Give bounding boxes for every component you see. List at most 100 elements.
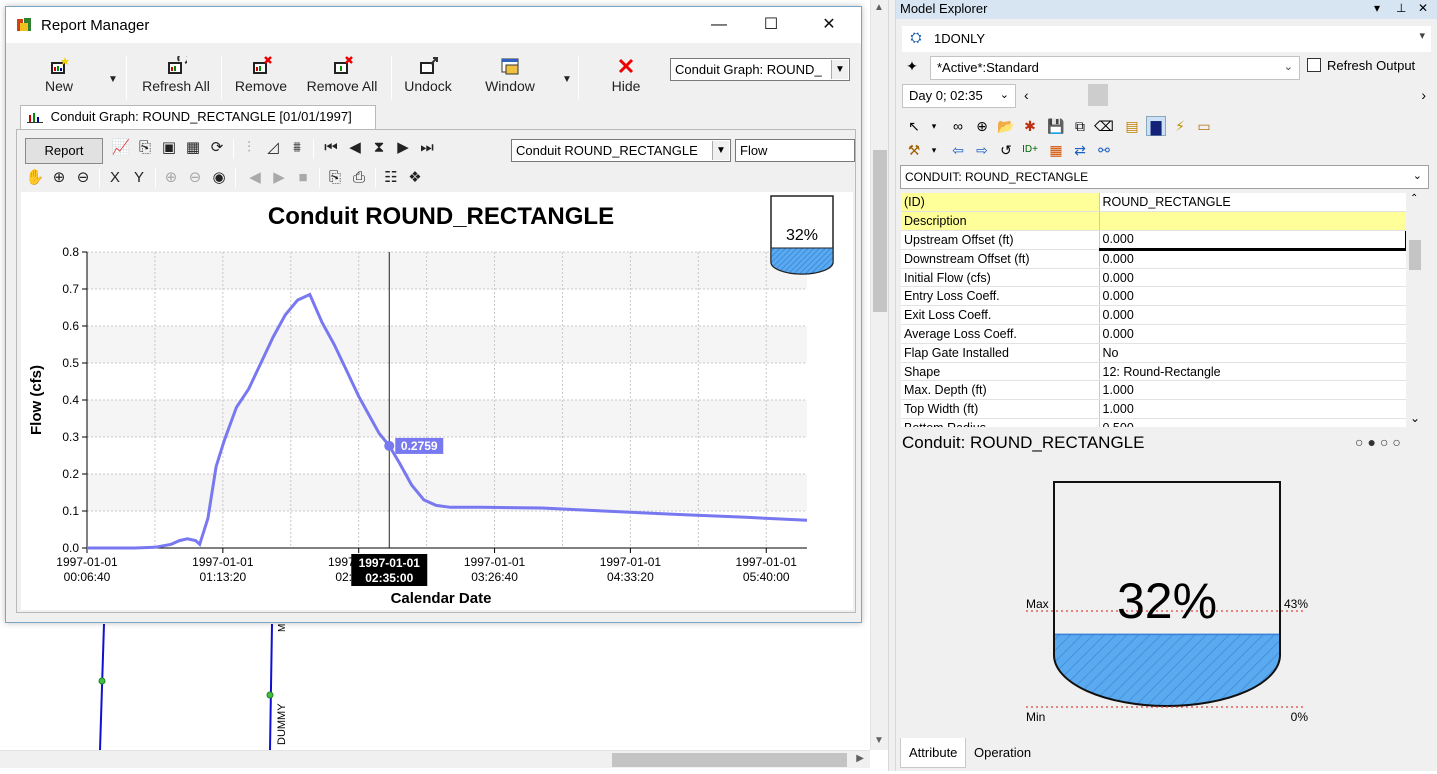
- pan-hand-icon[interactable]: ✋: [25, 168, 45, 188]
- property-row[interactable]: Average Loss Coeff. 0.000: [901, 324, 1406, 344]
- globe-icon[interactable]: ◉: [209, 168, 229, 188]
- arrow-left-icon[interactable]: ⇦: [948, 140, 968, 160]
- page-dot-icon[interactable]: ○: [1355, 434, 1367, 450]
- pointer-dropdown-icon[interactable]: ▾: [924, 116, 944, 136]
- property-value[interactable]: 0.000: [1099, 249, 1406, 269]
- minimize-icon[interactable]: —: [696, 11, 742, 39]
- property-value[interactable]: 1.000: [1099, 380, 1406, 401]
- eraser-icon[interactable]: ⌫: [1094, 116, 1114, 136]
- multi-series-icon[interactable]: ⩩: [287, 138, 307, 158]
- model-explorer-header[interactable]: Model Explorer ▾ ⊥ ✕: [896, 0, 1437, 19]
- report-button[interactable]: Report: [25, 138, 103, 164]
- property-value[interactable]: ROUND_RECTANGLE: [1099, 193, 1406, 213]
- chevron-down-icon[interactable]: ⌄: [1413, 169, 1422, 182]
- property-value[interactable]: [1099, 211, 1406, 232]
- help-book-icon[interactable]: ❖: [405, 168, 425, 188]
- property-row[interactable]: Top Width (ft) 1.000: [901, 399, 1406, 420]
- arrow-right-icon[interactable]: ⇨: [972, 140, 992, 160]
- zoom-out-disabled-icon[interactable]: ⊖: [185, 168, 205, 188]
- graph-selector[interactable]: Conduit Graph: ROUND_ ▼: [670, 58, 850, 81]
- tab-conduit-graph[interactable]: Conduit Graph: ROUND_RECTANGLE [01/01/19…: [20, 105, 376, 129]
- property-row[interactable]: Flap Gate Installed No: [901, 343, 1406, 363]
- close-icon[interactable]: ✕: [1418, 1, 1428, 15]
- zoom-icon[interactable]: ⊕: [972, 116, 992, 136]
- copy-chart-icon[interactable]: ⎘: [135, 138, 155, 158]
- tab-operation[interactable]: Operation: [966, 738, 1039, 768]
- property-row[interactable]: Exit Loss Coeff. 0.000: [901, 305, 1406, 326]
- new-button[interactable]: New: [40, 52, 78, 104]
- stack-chart-icon[interactable]: ⫶: [239, 138, 259, 158]
- variable-field[interactable]: Flow: [735, 139, 855, 162]
- scroll-up-icon[interactable]: ⌃: [1410, 193, 1418, 204]
- calculator-icon[interactable]: ▦: [1046, 140, 1066, 160]
- page-dot-active-icon[interactable]: ●: [1367, 434, 1379, 450]
- tab-attribute[interactable]: Attribute: [900, 738, 967, 768]
- chart-area[interactable]: 0.0 0.1 0.2 0.3 0.4 0.5 0.6 0.7 0.8 1997-01-01 00:…: [21, 192, 853, 610]
- window-button[interactable]: Window: [482, 52, 538, 104]
- property-value[interactable]: 12: Round-Rectangle: [1099, 362, 1406, 382]
- run-icon[interactable]: ⚡: [1170, 116, 1190, 136]
- next-step-icon[interactable]: ▶: [393, 138, 413, 158]
- scrollbar-thumb[interactable]: [873, 150, 887, 312]
- property-grid-scrollbar[interactable]: ⌃ ⌄: [1406, 193, 1424, 427]
- area-chart-icon[interactable]: ◿: [263, 138, 283, 158]
- pin-dropdown-icon[interactable]: ▾: [1374, 1, 1380, 15]
- id-add-icon[interactable]: ID+: [1020, 140, 1040, 160]
- chevron-down-icon[interactable]: ▾: [1419, 29, 1425, 42]
- report-manager-titlebar[interactable]: Report Manager — ☐ ✕: [6, 7, 861, 43]
- select-pointer-icon[interactable]: ↖: [904, 116, 924, 136]
- time-slider[interactable]: ‹ ›: [1020, 84, 1430, 108]
- open-folder-icon[interactable]: 📂: [996, 116, 1016, 136]
- chevron-right-icon[interactable]: ›: [1421, 87, 1426, 103]
- refresh-all-button[interactable]: Refresh All: [136, 52, 216, 104]
- save-icon[interactable]: 💾: [1046, 116, 1066, 136]
- property-value[interactable]: No: [1099, 343, 1406, 363]
- map-node-1[interactable]: [98, 677, 106, 685]
- save-all-icon[interactable]: ▦: [183, 138, 203, 158]
- property-value[interactable]: 0.000: [1099, 268, 1406, 288]
- refresh-icon[interactable]: ⟳: [207, 138, 227, 158]
- scroll-up-icon[interactable]: ▲: [874, 2, 884, 13]
- property-value[interactable]: 0.500: [1099, 418, 1406, 427]
- property-value[interactable]: 0.000: [1098, 230, 1406, 251]
- tool-dropdown-icon[interactable]: ▾: [924, 140, 944, 160]
- link-icon[interactable]: ∞: [948, 116, 968, 136]
- pane-splitter[interactable]: [888, 0, 896, 771]
- y-axis-icon[interactable]: Y: [129, 168, 149, 188]
- object-selector[interactable]: CONDUIT: ROUND_RECTANGLE ⌄: [900, 165, 1429, 189]
- first-step-icon[interactable]: ⏮: [321, 138, 341, 158]
- page-indicator[interactable]: ○●○○: [1355, 434, 1405, 450]
- scroll-right-icon[interactable]: ▶: [856, 753, 864, 764]
- refresh-output-checkbox[interactable]: Refresh Output: [1307, 58, 1415, 73]
- property-row[interactable]: Initial Flow (cfs) 0.000: [901, 268, 1406, 288]
- property-row[interactable]: Downstream Offset (ft) 0.000: [901, 249, 1406, 269]
- object-selector[interactable]: Conduit ROUND_RECTANGLE ▼: [511, 139, 731, 162]
- property-value[interactable]: 0.000: [1099, 305, 1406, 326]
- property-row[interactable]: Max. Depth (ft) 1.000: [901, 380, 1406, 401]
- window-dropdown-icon[interactable]: ▼: [562, 74, 572, 85]
- property-row[interactable]: (ID) ROUND_RECTANGLE: [901, 193, 1406, 213]
- scrollbar-thumb[interactable]: [612, 753, 847, 767]
- map-node-2[interactable]: [266, 691, 274, 699]
- close-icon[interactable]: ✕: [806, 11, 852, 39]
- map-layers-icon[interactable]: ▭: [1194, 116, 1214, 136]
- play-forward-icon[interactable]: ▶: [269, 168, 289, 188]
- property-value[interactable]: 1.000: [1099, 399, 1406, 420]
- chevron-down-icon[interactable]: ▼: [712, 141, 729, 160]
- zoom-in-icon[interactable]: ⊕: [49, 168, 69, 188]
- previous-step-icon[interactable]: ◀: [345, 138, 365, 158]
- property-row[interactable]: Bottom Radius0.500: [901, 418, 1406, 427]
- remove-button[interactable]: Remove: [230, 52, 292, 104]
- new-file-icon[interactable]: ✱: [1020, 116, 1040, 136]
- zoom-in-disabled-icon[interactable]: ⊕: [161, 168, 181, 188]
- slider-thumb[interactable]: [1088, 84, 1108, 106]
- stop-icon[interactable]: ■: [293, 168, 313, 188]
- line-chart-icon[interactable]: 📈: [111, 138, 131, 158]
- active-scenario-selector[interactable]: *Active*:Standard ⌄: [930, 56, 1300, 80]
- hourglass-icon[interactable]: ⧗: [369, 138, 389, 158]
- property-row[interactable]: Upstream Offset (ft) 0.000: [901, 230, 1406, 251]
- page-dot-icon[interactable]: ○: [1392, 434, 1404, 450]
- maximize-icon[interactable]: ☐: [748, 11, 794, 39]
- map-link-2[interactable]: [269, 623, 273, 751]
- chevron-down-icon[interactable]: ⌄: [1284, 60, 1293, 73]
